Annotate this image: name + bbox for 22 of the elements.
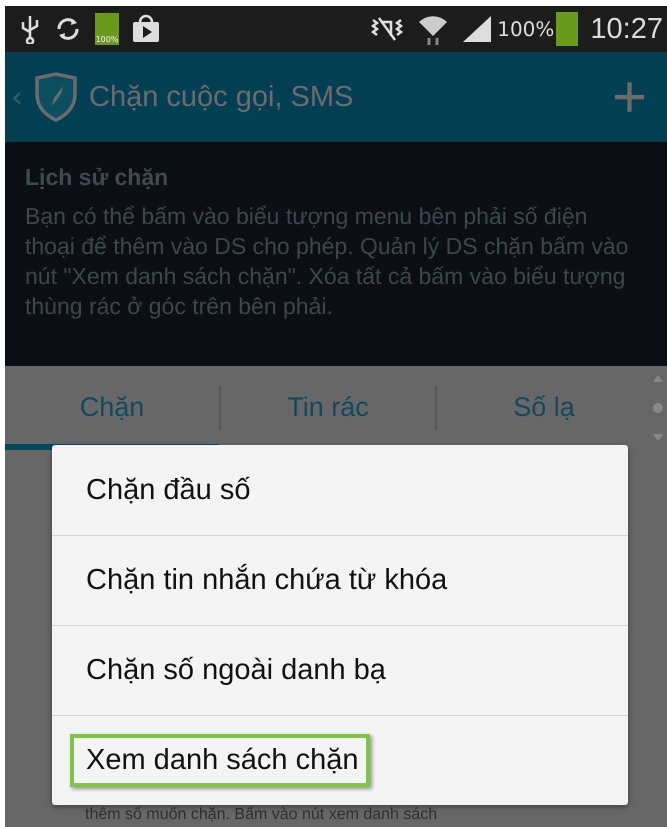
add-button[interactable]: + (612, 67, 647, 127)
menu-item-label: Chặn số ngoài danh bạ (85, 653, 387, 688)
menu-item[interactable]: Chặn tin nhắn chứa từ khóa (52, 535, 628, 625)
battery-icon: 100% (95, 13, 119, 45)
menu-item[interactable]: Xem danh sách chặn (52, 715, 628, 805)
app-title: Chặn cuộc gọi, SMS (89, 80, 354, 114)
scroll-indicator-icon (651, 373, 665, 443)
battery-icon (556, 12, 578, 46)
signal-icon (461, 14, 494, 44)
shield-icon (33, 72, 79, 122)
menu-item-label: Xem danh sách chặn (70, 734, 370, 787)
battery-percent: 100% (497, 17, 554, 41)
menu-item[interactable]: Chặn số ngoài danh bạ (52, 625, 628, 715)
background-text: thêm số muốn chặn. Bấm vào nút xem danh sách (85, 806, 438, 824)
back-caret[interactable]: ‹ (11, 80, 23, 114)
info-text: Bạn có thể bấm vào biểu tượng menu bên phải số điện thoại để thêm vào DS cho phép. Quản lý DS chặn bấm vào nút "Xem danh sách chặn". Xóa tất cả bấm vào biểu tượng thùng rác ở góc trên bên phải. (25, 202, 630, 321)
menu-item-label: Chặn tin nhắn chứa từ khóa (85, 562, 448, 598)
play-store-icon (131, 14, 161, 44)
clock: 10:27 (590, 12, 663, 46)
info-title: Lịch sử chặn (25, 164, 170, 191)
usb-icon (19, 14, 41, 44)
menu-item-label: Chặn đầu số (85, 472, 252, 508)
